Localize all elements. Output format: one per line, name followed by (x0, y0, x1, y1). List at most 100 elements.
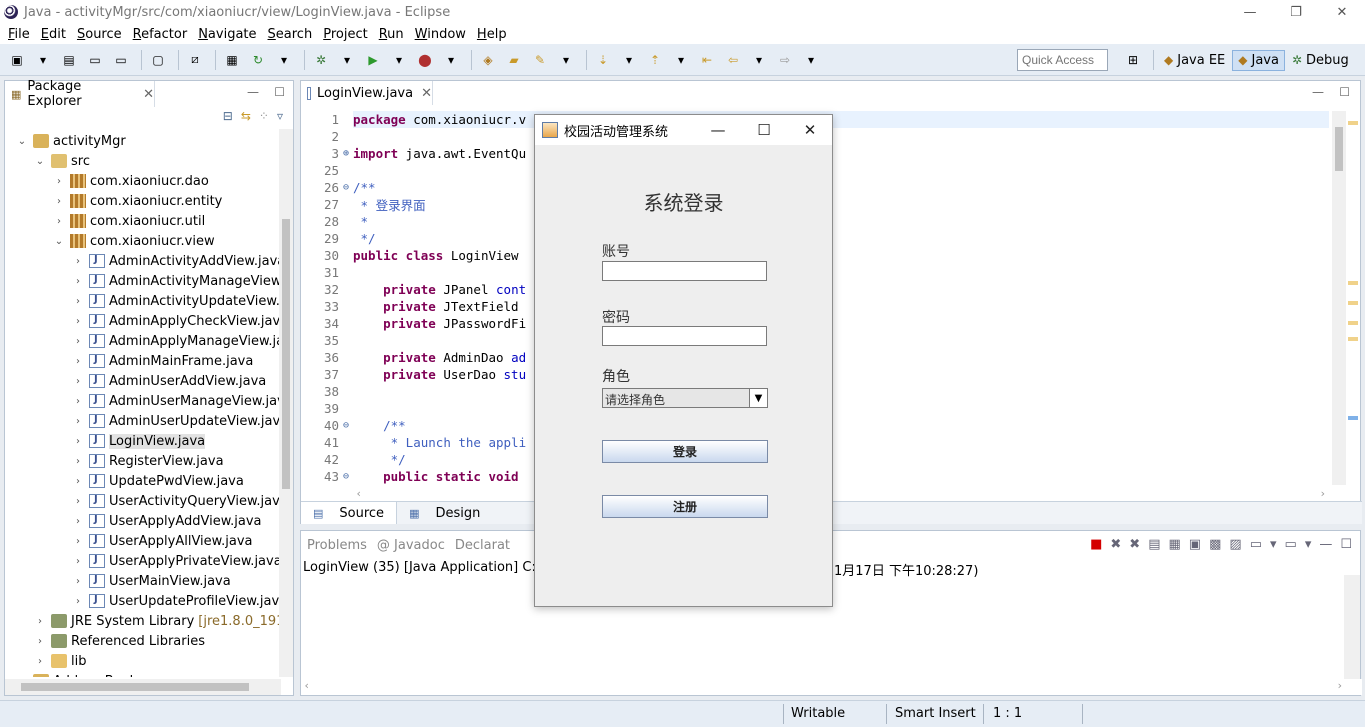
new-dropdown-icon[interactable]: ▾ (32, 51, 54, 69)
next-annotation-dropdown-icon[interactable]: ▾ (618, 51, 640, 69)
close-editor-icon[interactable]: ✕ (421, 86, 432, 101)
chevron-right-icon[interactable]: › (15, 676, 29, 678)
chevron-right-icon[interactable]: › (71, 296, 85, 307)
open-perspective-icon[interactable]: ⊞ (1122, 51, 1144, 69)
tree-item[interactable]: › AdminApplyManageView.java (71, 331, 281, 351)
open-console-icon[interactable]: ▭ (1250, 537, 1262, 552)
minimize-console-icon[interactable]: — (1319, 537, 1332, 552)
console-horizontal-scrollbar[interactable]: ‹ › (301, 679, 1362, 695)
chevron-right-icon[interactable]: › (71, 496, 85, 507)
package-explorer-tab[interactable]: ▦ Package Explorer ✕ (5, 79, 155, 109)
prev-annotation-dropdown-icon[interactable]: ▾ (670, 51, 692, 69)
open-console-dropdown-icon[interactable]: ▾ (1270, 537, 1277, 552)
tree-item[interactable]: › com.xiaoniucr.util (52, 211, 205, 231)
chevron-down-icon[interactable]: ⌄ (15, 136, 29, 147)
minimize-button[interactable]: — (1227, 0, 1273, 24)
menu-run[interactable]: Run (379, 27, 404, 42)
close-button[interactable]: ✕ (1319, 0, 1365, 24)
login-button[interactable]: 登录 (602, 440, 768, 463)
view-menu-icon[interactable]: ▿ (277, 109, 283, 123)
chevron-right-icon[interactable]: › (71, 516, 85, 527)
save-icon[interactable]: ▭ (84, 51, 106, 69)
tree-item[interactable]: › AdminActivityAddView.java (71, 251, 281, 271)
password-input[interactable] (602, 326, 767, 346)
show-console-icon[interactable]: ▣ (1189, 537, 1201, 552)
save-all-icon[interactable]: ▭ (110, 51, 132, 69)
scrollbar-thumb[interactable] (282, 219, 290, 489)
tree-item[interactable]: › AdminMainFrame.java (71, 351, 253, 371)
overview-marker[interactable] (1348, 321, 1358, 325)
remove-all-icon[interactable]: ✖ (1129, 537, 1140, 552)
tab-design[interactable]: ▦ Design (397, 502, 492, 524)
chevron-right-icon[interactable]: › (71, 456, 85, 467)
editor-horizontal-scrollbar[interactable]: ‹ › (353, 487, 1329, 501)
chevron-right-icon[interactable]: › (71, 256, 85, 267)
fold-toggle-icon[interactable]: ⊖ (343, 471, 353, 482)
menu-file[interactable]: File (8, 27, 30, 42)
open-type-icon[interactable]: ▤ (58, 51, 80, 69)
chevron-right-icon[interactable]: › (71, 556, 85, 567)
scroll-lock-icon[interactable]: ▤ (1148, 537, 1160, 552)
tree-item[interactable]: › AdminUserAddView.java (71, 371, 266, 391)
run-dropdown-icon[interactable]: ▾ (388, 51, 410, 69)
debug-dropdown-icon[interactable]: ▾ (336, 51, 358, 69)
fold-toggle-icon[interactable]: ⊖ (343, 420, 353, 431)
tree-item[interactable]: › com.xiaoniucr.entity (52, 191, 222, 211)
console-tab-0[interactable]: Problems (307, 538, 367, 553)
external-tools-dropdown-icon[interactable]: ▾ (440, 51, 462, 69)
overview-ruler[interactable] (1346, 111, 1360, 485)
fold-toggle-icon[interactable]: ⊕ (343, 148, 353, 159)
debug-icon[interactable]: ✲ (310, 51, 332, 69)
tree-item[interactable]: › Referenced Libraries (33, 631, 205, 651)
register-button[interactable]: 注册 (602, 495, 768, 518)
refresh-dropdown-icon[interactable]: ▾ (273, 51, 295, 69)
server-icon[interactable]: ▦ (221, 51, 243, 69)
overview-marker[interactable] (1348, 416, 1358, 420)
tree-item[interactable]: › AdminActivityManageView.java (71, 271, 281, 291)
menu-project[interactable]: Project (323, 27, 368, 42)
tree-item[interactable]: › UserUpdateProfileView.java (71, 591, 281, 611)
forward-dropdown-icon[interactable]: ▾ (800, 51, 822, 69)
tree-item[interactable]: › UserApplyPrivateView.java (71, 551, 281, 571)
maximize-editor-icon[interactable]: ☐ (1339, 85, 1350, 99)
tree-item[interactable]: › AdminApplyCheckView.java (71, 311, 281, 331)
chevron-right-icon[interactable]: › (71, 356, 85, 367)
new-icon[interactable]: ▣ (6, 51, 28, 69)
tree-item[interactable]: › AddressBook (15, 671, 137, 677)
pin-console-icon[interactable]: ▩ (1209, 537, 1221, 552)
open-folder-icon[interactable]: ▰ (503, 51, 525, 69)
remove-launch-icon[interactable]: ✖ (1110, 537, 1121, 552)
fold-toggle-icon[interactable]: ⊖ (343, 182, 353, 193)
tree-item[interactable]: › JRE System Library [jre1.8.0_191] (33, 611, 281, 631)
run-icon[interactable]: ▶ (362, 51, 384, 69)
menu-edit[interactable]: Edit (41, 27, 66, 42)
maximize-console-icon[interactable]: ☐ (1340, 537, 1352, 552)
role-select[interactable]: 请选择角色 ▼ (602, 388, 768, 408)
chevron-right-icon[interactable]: › (52, 196, 66, 207)
wand-dropdown-icon[interactable]: ▾ (555, 51, 577, 69)
console-vertical-scrollbar[interactable] (1344, 575, 1360, 681)
new-java-project-icon[interactable]: ◈ (477, 51, 499, 69)
tree-item[interactable]: › AdminActivityUpdateView.java (71, 291, 281, 311)
chevron-down-icon[interactable]: ▼ (749, 389, 767, 407)
account-input[interactable] (602, 261, 767, 281)
menu-source[interactable]: Source (77, 27, 122, 42)
tree-item[interactable]: › com.xiaoniucr.dao (52, 171, 209, 191)
package-explorer-horizontal-scrollbar[interactable] (5, 679, 281, 695)
menu-help[interactable]: Help (477, 27, 507, 42)
dialog-maximize-button[interactable]: ☐ (741, 115, 787, 145)
tree-item[interactable]: › AdminUserManageView.java (71, 391, 281, 411)
refresh-icon[interactable]: ↻ (247, 51, 269, 69)
chevron-right-icon[interactable]: › (71, 376, 85, 387)
editor-tab-loginview[interactable]: LoginView.java ✕ (301, 81, 433, 105)
quick-access-input[interactable] (1017, 49, 1108, 71)
restore-button[interactable]: ❐ (1273, 0, 1319, 24)
tree-item[interactable]: ⌄ com.xiaoniucr.view (52, 231, 215, 251)
menu-window[interactable]: Window (415, 27, 466, 42)
perspective-java-ee[interactable]: ◆ Java EE (1159, 51, 1230, 70)
chevron-right-icon[interactable]: › (71, 436, 85, 447)
chevron-right-icon[interactable]: › (71, 396, 85, 407)
chevron-right-icon[interactable]: › (71, 276, 85, 287)
chevron-right-icon[interactable]: › (71, 416, 85, 427)
focus-icon[interactable]: ⁘ (259, 109, 269, 123)
